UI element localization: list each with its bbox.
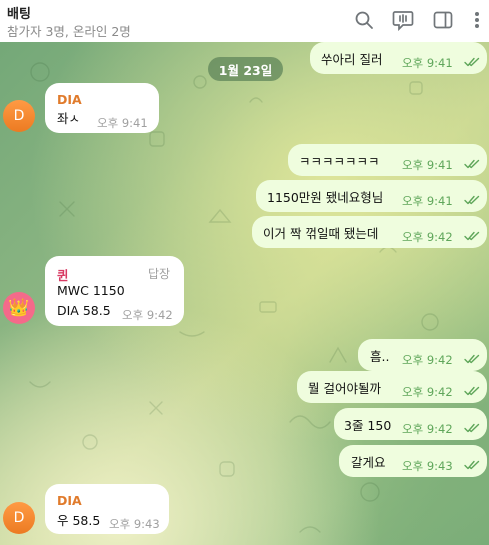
message-time: 오후 9:43 [109, 517, 160, 531]
crown-icon: 👑 [8, 298, 30, 318]
message-time: 오후 9:42 [402, 385, 453, 399]
message-text: 갈게요 [351, 455, 386, 470]
message-time: 오후 9:41 [402, 194, 453, 208]
message-bubble-outgoing[interactable]: 쑤아리 질러 오후 9:41 [310, 42, 487, 74]
message-bubble-outgoing[interactable]: 갈게요 오후 9:43 [339, 445, 487, 477]
message-bubble-outgoing[interactable]: 1150만원 됐네요형님 오후 9:41 [256, 180, 487, 212]
message-time: 오후 9:42 [122, 308, 173, 322]
message-time: 오후 9:41 [402, 56, 453, 70]
message-text: 이거 짝 꺾일때 됐는데 [263, 226, 379, 241]
message-text: 쑤아리 질러 [321, 52, 383, 67]
message-time: 오후 9:41 [97, 116, 148, 130]
more-icon[interactable] [469, 9, 485, 31]
sender-name[interactable]: DIA [57, 493, 82, 508]
sender-name[interactable]: DIA [57, 92, 82, 107]
message-text-line: DIA 58.5 [57, 303, 111, 318]
message-bubble-outgoing[interactable]: 뭘 걸어야될까 오후 9:42 [297, 371, 487, 403]
avatar-letter: D [13, 108, 25, 124]
chat-status: 참가자 3명, 온라인 2명 [7, 24, 131, 39]
read-check-icon [464, 159, 480, 169]
search-icon[interactable] [353, 9, 375, 31]
message-time: 오후 9:42 [402, 422, 453, 436]
message-text: ㅋㅋㅋㅋㅋㅋㅋ [299, 154, 380, 169]
message-text: 뭘 걸어야될까 [308, 381, 381, 396]
message-text: 우 58.5 [57, 513, 101, 528]
read-check-icon [464, 57, 480, 67]
chat-messages-area[interactable]: 1월 23일 쑤아리 질러 오후 9:41 D DIA 좌ㅅ 오후 9:41 ㅋ… [0, 42, 489, 545]
message-text: 3줄 150 [344, 418, 392, 433]
read-check-icon [464, 423, 480, 433]
read-check-icon [464, 354, 480, 364]
message-text-line: MWC 1150 [57, 283, 125, 298]
message-bubble-incoming[interactable]: DIA 우 58.5 오후 9:43 [45, 484, 169, 534]
sidebar-toggle-icon[interactable] [432, 9, 454, 31]
read-check-icon [464, 195, 480, 205]
message-time: 오후 9:42 [402, 353, 453, 367]
message-bubble-incoming[interactable]: 퀸 답장 MWC 1150 DIA 58.5 오후 9:42 [45, 256, 184, 326]
message-time: 오후 9:41 [402, 158, 453, 172]
sender-name[interactable]: 퀸 [57, 265, 69, 284]
date-separator: 1월 23일 [208, 57, 283, 81]
avatar-letter: D [13, 510, 25, 526]
message-bubble-outgoing[interactable]: 흠.. 오후 9:42 [358, 339, 487, 371]
read-check-icon [464, 460, 480, 470]
avatar[interactable]: D [3, 100, 35, 132]
message-time: 오후 9:42 [402, 230, 453, 244]
live-stream-icon[interactable] [392, 9, 414, 31]
read-check-icon [464, 231, 480, 241]
message-text: 흠.. [370, 349, 390, 364]
avatar[interactable]: 👑 [3, 292, 35, 324]
message-text: 1150만원 됐네요형님 [267, 190, 384, 205]
avatar[interactable]: D [3, 502, 35, 534]
read-check-icon [464, 386, 480, 396]
message-bubble-outgoing[interactable]: 3줄 150 오후 9:42 [334, 408, 487, 440]
message-time: 오후 9:43 [402, 459, 453, 473]
message-bubble-outgoing[interactable]: 이거 짝 꺾일때 됐는데 오후 9:42 [252, 216, 487, 248]
reply-label[interactable]: 답장 [148, 265, 170, 282]
chat-header: 배팅 참가자 3명, 온라인 2명 [0, 0, 489, 42]
chat-title[interactable]: 배팅 [7, 3, 31, 22]
message-text: 좌ㅅ [57, 111, 81, 126]
message-bubble-incoming[interactable]: DIA 좌ㅅ 오후 9:41 [45, 83, 159, 133]
message-bubble-outgoing[interactable]: ㅋㅋㅋㅋㅋㅋㅋ 오후 9:41 [288, 144, 487, 176]
